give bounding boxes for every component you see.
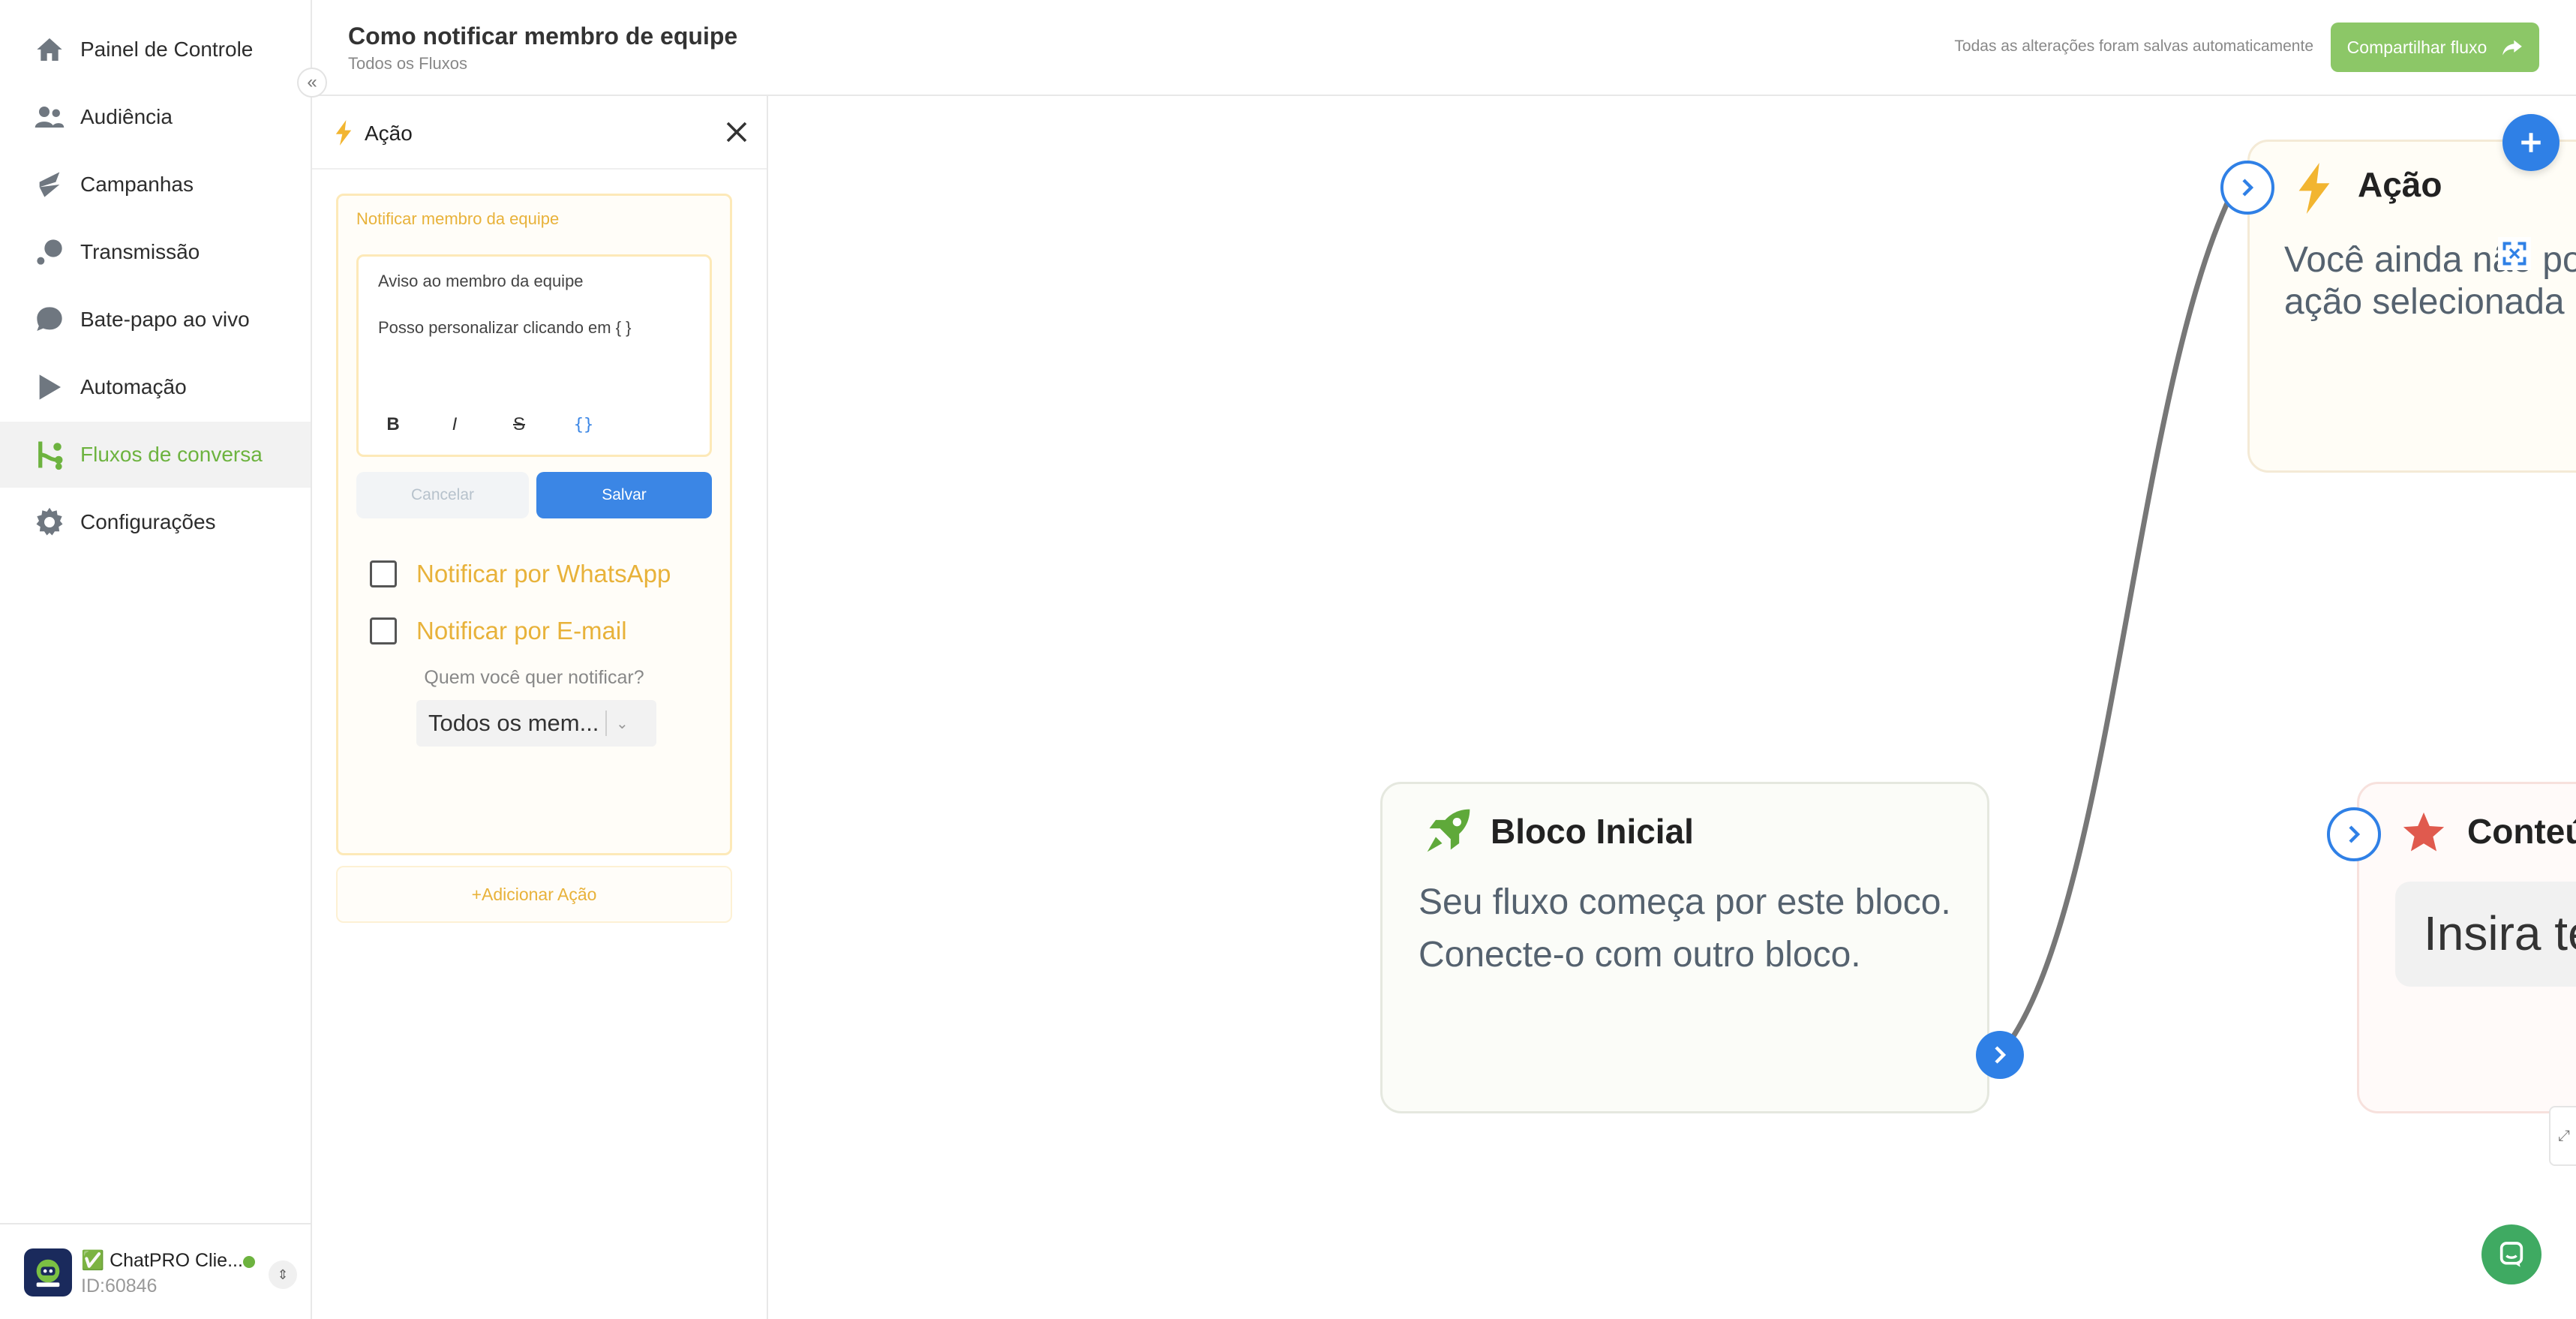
gear-icon (33, 506, 66, 539)
action-block-description: Você ainda não po (2284, 240, 2576, 280)
up-down-chevron-icon[interactable]: ⇕ (269, 1260, 297, 1289)
flow-icon (33, 438, 66, 471)
sidebar-item-label: Painel de Controle (80, 38, 254, 61)
sidebar-item-label: Bate-papo ao vivo (80, 308, 250, 331)
sidebar-item-transmissao[interactable]: Transmissão (0, 221, 311, 284)
sidebar-item-label: Fluxos de conversa (80, 443, 263, 466)
action-block-node[interactable]: Ação Você ainda não po ação selecionada (2247, 140, 2576, 473)
start-block-output-handle[interactable] (1976, 1031, 2024, 1079)
sidebar-item-bate-papo[interactable]: Bate-papo ao vivo (0, 288, 311, 351)
chevron-right-icon (1995, 1046, 2007, 1064)
save-button[interactable]: Salvar (536, 472, 712, 518)
content-block-node[interactable]: Conteú Insira te (2357, 782, 2576, 1113)
home-icon (33, 33, 66, 66)
sidebar-item-label: Automação (80, 375, 187, 398)
sidebar-item-fluxos[interactable]: Fluxos de conversa (0, 422, 311, 488)
content-block-title: Conteú (2467, 812, 2576, 851)
account-id: ID:60846 (81, 1275, 158, 1296)
notify-team-member-card: Notificar membro da equipe Aviso ao memb… (336, 194, 732, 855)
who-to-notify-value: Todos os mem... (428, 710, 599, 736)
chevron-down-icon[interactable]: ⌄ (616, 714, 629, 733)
share-arrow-icon (2502, 40, 2523, 56)
strikethrough-button[interactable]: S (506, 411, 533, 438)
star-icon (2400, 810, 2448, 860)
italic-button[interactable]: I (441, 411, 468, 438)
users-icon (33, 101, 66, 134)
content-text-input[interactable]: Insira te (2395, 882, 2576, 987)
avatar (24, 1248, 72, 1296)
panel-title: Ação (365, 122, 413, 145)
flow-canvas[interactable]: Bloco Inicial Seu fluxo começa por este … (768, 98, 2576, 1319)
minimap-toggle-icon[interactable]: ⤢ (2549, 1106, 2576, 1166)
panel-header: Ação (312, 96, 767, 170)
account-switcher[interactable]: ✅ ChatPRO Clie... ID:60846 ⇕ (0, 1223, 311, 1319)
sidebar-item-label: Configurações (80, 510, 216, 533)
start-block-description: Seu fluxo começa por este bloco. (1419, 882, 1951, 922)
notify-card-title: Notificar membro da equipe (356, 209, 560, 228)
sidebar-item-painel[interactable]: Painel de Controle (0, 18, 311, 81)
header: Como notificar membro de equipe Todos os… (312, 0, 2576, 96)
autosave-status: Todas as alterações foram salvas automat… (1954, 38, 2313, 55)
chevron-right-icon (2349, 825, 2361, 843)
content-block-input-handle[interactable] (2327, 807, 2381, 861)
share-flow-button[interactable]: Compartilhar fluxo (2331, 23, 2539, 72)
support-chat-button[interactable] (2481, 1224, 2541, 1284)
who-to-notify-select[interactable]: Todos os mem... ⌄ (416, 700, 656, 747)
whatsapp-checkbox[interactable] (370, 560, 397, 587)
whatsapp-checkbox-row[interactable]: Notificar por WhatsApp (370, 559, 671, 589)
sidebar-item-label: Transmissão (80, 240, 200, 263)
account-name: ✅ ChatPRO Clie... (81, 1250, 243, 1271)
content-input-placeholder: Insira te (2424, 906, 2576, 960)
sidebar: Painel de Controle Audiência Campanhas T… (0, 0, 312, 1319)
add-node-button[interactable] (2502, 114, 2559, 171)
add-action-button[interactable]: +Adicionar Ação (336, 866, 732, 923)
double-chevron-left-icon[interactable]: « (297, 68, 327, 98)
chat-bubble-icon (33, 303, 66, 336)
sidebar-item-audiencia[interactable]: Audiência (0, 86, 311, 149)
email-checkbox[interactable] (370, 617, 397, 644)
broadcast-icon (33, 236, 66, 269)
sidebar-item-configuracoes[interactable]: Configurações (0, 491, 311, 554)
cancel-button[interactable]: Cancelar (356, 472, 529, 518)
editor-text-line: Aviso ao membro da equipe (378, 272, 584, 290)
action-block-input-handle[interactable] (2220, 161, 2274, 215)
editor-text-line: Posso personalizar clicando em { } (378, 318, 632, 337)
expand-icon[interactable] (2498, 237, 2531, 270)
action-block-title: Ação (2358, 165, 2442, 204)
sidebar-item-label: Campanhas (80, 173, 194, 196)
action-block-description: ação selecionada (2284, 282, 2565, 322)
message-editor[interactable]: Aviso ao membro da equipe Posso personal… (356, 254, 712, 457)
page-title: Como notificar membro de equipe (348, 23, 738, 50)
plus-icon (2521, 133, 2541, 152)
email-label: Notificar por E-mail (416, 617, 627, 644)
variable-button[interactable]: {} (570, 411, 597, 438)
chevron-right-icon (2242, 179, 2254, 197)
bold-button[interactable]: B (380, 411, 407, 438)
start-block-title: Bloco Inicial (1491, 812, 1694, 851)
lightning-icon (333, 120, 354, 149)
select-divider (605, 711, 607, 736)
online-status-dot (243, 1256, 255, 1268)
rocket-icon (1423, 805, 1474, 860)
chat-icon (2499, 1242, 2523, 1267)
whatsapp-label: Notificar por WhatsApp (416, 560, 671, 587)
share-button-label: Compartilhar fluxo (2346, 37, 2487, 57)
email-checkbox-row[interactable]: Notificar por E-mail (370, 616, 627, 646)
sidebar-item-campanhas[interactable]: Campanhas (0, 153, 311, 216)
lightning-icon (2296, 163, 2332, 218)
breadcrumb[interactable]: Todos os Fluxos (348, 54, 467, 74)
action-panel: Ação Notificar membro da equipe Aviso ao… (312, 96, 768, 1319)
start-block-description: Conecte-o com outro bloco. (1419, 935, 1861, 975)
start-block-node[interactable]: Bloco Inicial Seu fluxo começa por este … (1380, 782, 1989, 1113)
play-icon (33, 371, 66, 404)
campaign-icon (33, 168, 66, 201)
sidebar-item-label: Audiência (80, 105, 173, 128)
close-icon[interactable] (723, 119, 750, 146)
who-to-notify-label: Quem você quer notificar? (424, 667, 644, 688)
sidebar-item-automacao[interactable]: Automação (0, 356, 311, 419)
